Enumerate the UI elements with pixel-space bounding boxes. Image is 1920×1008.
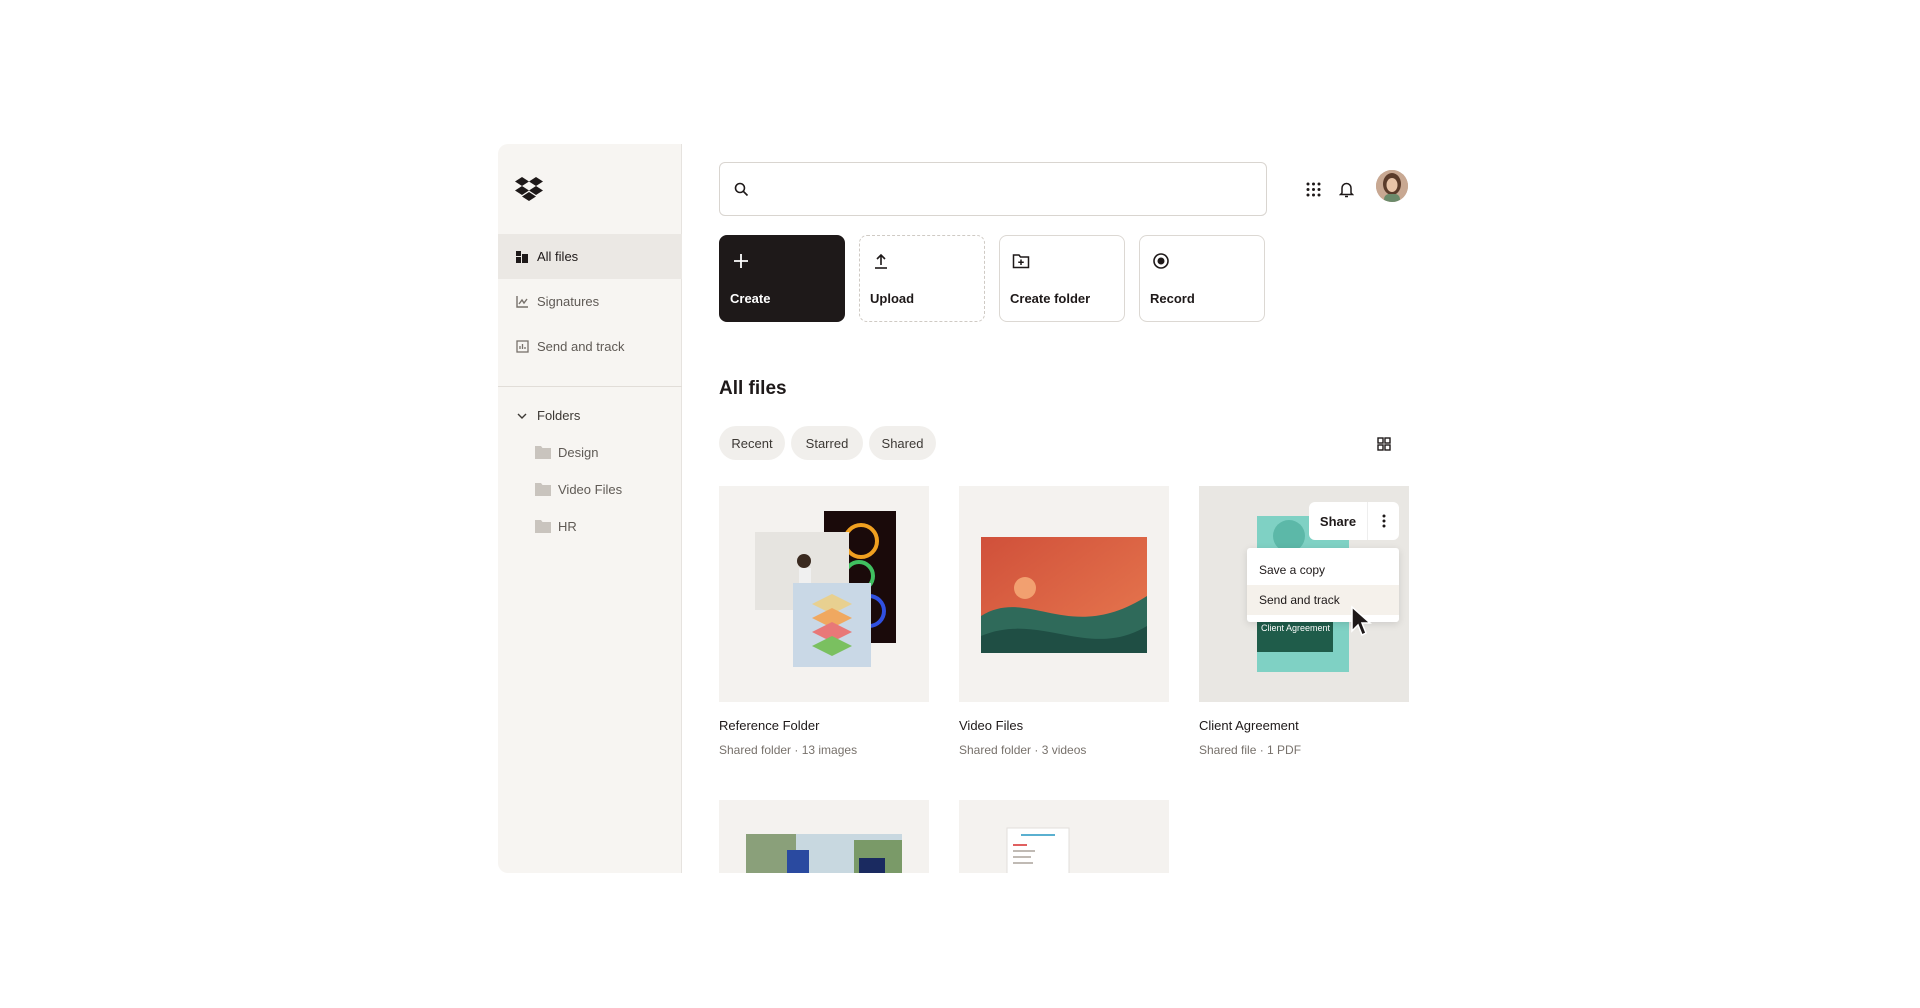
file-card-client-agreement[interactable]: Client Agreement Share Save a copy Send …	[1199, 486, 1409, 757]
grid-view-icon[interactable]	[1376, 436, 1392, 452]
menu-item-save-a-copy[interactable]: Save a copy	[1247, 555, 1399, 585]
record-label: Record	[1150, 291, 1195, 306]
cursor-pointer-icon	[1351, 605, 1372, 637]
file-thumbnail[interactable]	[719, 486, 929, 702]
sidebar-item-signatures[interactable]: Signatures	[498, 279, 682, 324]
folder-label: HR	[558, 518, 577, 534]
app-window: All files Signatures Send and track Fold…	[498, 144, 1410, 873]
filter-chip-recent[interactable]: Recent	[719, 426, 785, 460]
file-meta: Shared folder · 3 videos	[959, 743, 1087, 757]
menu-item-send-and-track[interactable]: Send and track	[1247, 585, 1399, 615]
folders-label: Folders	[537, 408, 581, 423]
send-track-icon	[515, 340, 529, 354]
upload-label: Upload	[870, 291, 915, 306]
bell-icon[interactable]	[1336, 179, 1356, 199]
collage-image	[755, 511, 896, 667]
more-options-button[interactable]	[1367, 502, 1399, 540]
upload-icon	[875, 253, 887, 269]
page-title: All files	[719, 378, 787, 399]
signature-icon	[515, 295, 529, 309]
file-name[interactable]: Reference Folder	[719, 718, 819, 733]
document-thumb-title: Client Agreement	[1261, 623, 1331, 633]
video-preview-image	[981, 537, 1147, 653]
app-grid-icon[interactable]	[1303, 179, 1323, 199]
folder-plus-icon	[1012, 254, 1030, 269]
sidebar-item-label: Signatures	[537, 294, 600, 309]
all-files-icon	[515, 250, 529, 264]
file-name[interactable]: Client Agreement	[1199, 718, 1299, 733]
folder-label: Video Files	[558, 481, 623, 497]
file-thumbnail[interactable]	[959, 486, 1169, 702]
sidebar-folder-design[interactable]: Design	[535, 442, 598, 462]
record-button[interactable]: Record	[1139, 235, 1265, 322]
folder-icon	[535, 520, 551, 533]
document-preview-image	[1006, 827, 1070, 873]
filter-chip-starred[interactable]: Starred	[791, 426, 863, 460]
sidebar: All files Signatures Send and track Fold…	[498, 144, 682, 873]
upload-button[interactable]: Upload	[859, 235, 985, 322]
sidebar-folder-video-files[interactable]: Video Files	[535, 479, 622, 499]
file-meta: Shared folder · 13 images	[719, 743, 858, 757]
sidebar-item-send-and-track[interactable]: Send and track	[498, 324, 682, 369]
file-card-video-files[interactable]: Video Files Shared folder · 3 videos	[959, 486, 1169, 757]
sidebar-item-label: All files	[537, 249, 579, 264]
record-icon	[1153, 253, 1169, 269]
folder-icon	[535, 483, 551, 496]
file-card-reference-folder[interactable]: Reference Folder Shared folder · 13 imag…	[719, 486, 929, 757]
file-card-thumbnail-partial[interactable]	[719, 800, 929, 873]
folders-section-toggle[interactable]: Folders	[515, 408, 580, 423]
context-menu: Save a copy Send and track	[1247, 548, 1399, 622]
plus-icon	[734, 254, 748, 268]
dropbox-logo-icon[interactable]	[515, 174, 543, 202]
create-button[interactable]: Create	[719, 235, 845, 322]
folder-icon	[535, 446, 551, 459]
search-input[interactable]	[757, 163, 1266, 215]
sidebar-folder-hr[interactable]: HR	[535, 516, 577, 536]
file-thumbnail[interactable]: Client Agreement Share Save a copy Send …	[1199, 486, 1409, 702]
chevron-down-icon	[515, 409, 529, 423]
building-photo-image	[746, 834, 902, 873]
file-meta: Shared file · 1 PDF	[1199, 743, 1302, 757]
file-name[interactable]: Video Files	[959, 718, 1023, 733]
sidebar-item-label: Send and track	[537, 339, 625, 354]
folder-label: Design	[558, 444, 599, 460]
user-avatar[interactable]	[1376, 170, 1408, 202]
file-card-thumbnail-partial[interactable]	[959, 800, 1169, 873]
more-vertical-icon	[1382, 514, 1385, 528]
sidebar-item-all-files[interactable]: All files	[498, 234, 682, 279]
search-icon	[734, 182, 749, 196]
create-label: Create	[730, 291, 771, 306]
create-folder-label: Create folder	[1010, 291, 1091, 306]
search-bar[interactable]	[719, 162, 1267, 216]
filter-chip-shared[interactable]: Shared	[869, 426, 936, 460]
create-folder-button[interactable]: Create folder	[999, 235, 1125, 322]
sidebar-divider	[498, 386, 682, 387]
share-button[interactable]: Share	[1309, 502, 1367, 540]
